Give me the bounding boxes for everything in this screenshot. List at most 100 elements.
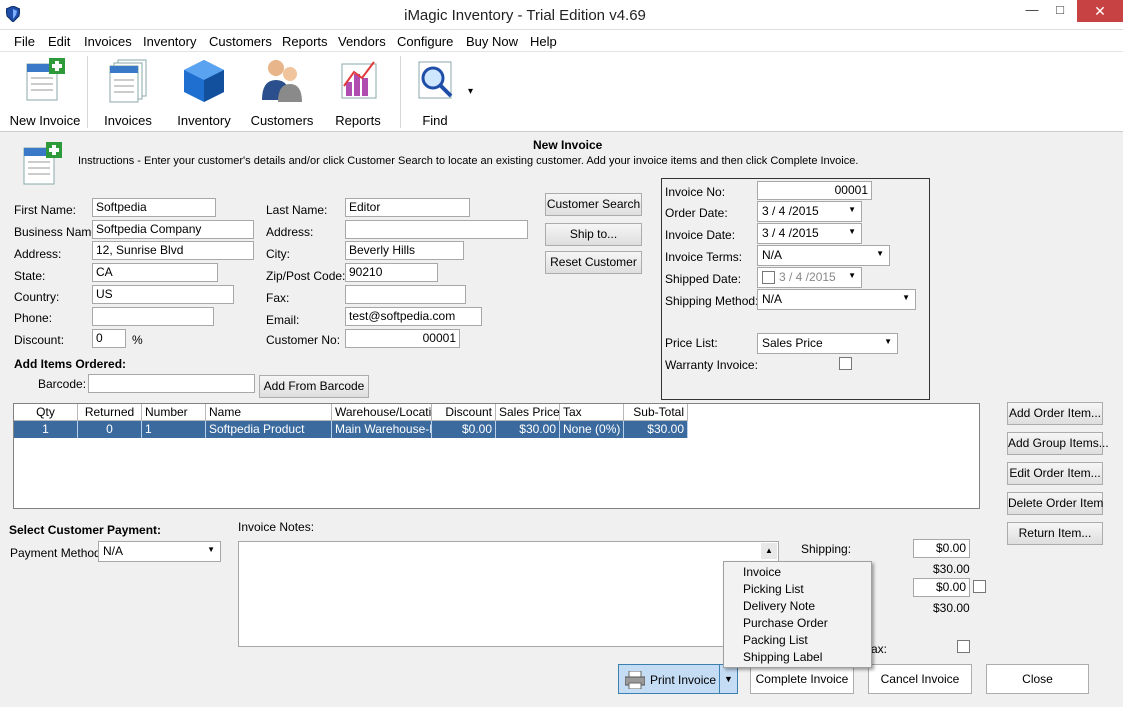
state-input[interactable]: CA bbox=[92, 263, 218, 282]
customer-search-button[interactable]: Customer Search bbox=[545, 193, 642, 216]
menu-item-shipping-label[interactable]: Shipping Label bbox=[743, 649, 822, 666]
payment-heading: Select Customer Payment: bbox=[9, 523, 162, 537]
scroll-up-icon[interactable]: ▲ bbox=[761, 543, 777, 559]
edit-order-item-button[interactable]: Edit Order Item... bbox=[1007, 462, 1103, 485]
column-header[interactable]: Returned bbox=[78, 404, 142, 421]
invoice-notes-textarea[interactable]: ▲ bbox=[238, 541, 779, 647]
order-date-picker[interactable]: 3 / 4 /2015 ▼ bbox=[757, 201, 862, 222]
menu-inventory[interactable]: Inventory bbox=[143, 34, 196, 49]
invoice-date-value: 3 / 4 /2015 bbox=[762, 226, 819, 240]
shipping-method-select[interactable]: N/A ▼ bbox=[757, 289, 916, 310]
close-button[interactable]: Close bbox=[986, 664, 1089, 694]
table-cell[interactable]: $30.00 bbox=[624, 421, 688, 438]
add-group-items-button[interactable]: Add Group Items... bbox=[1007, 432, 1109, 455]
menu-reports[interactable]: Reports bbox=[282, 34, 328, 49]
fax-input[interactable] bbox=[345, 285, 466, 304]
window-close-button[interactable]: ✕ bbox=[1077, 0, 1123, 22]
other-charge-input[interactable]: $0.00 bbox=[913, 578, 970, 597]
menu-vendors[interactable]: Vendors bbox=[338, 34, 386, 49]
table-cell[interactable]: Softpedia Product bbox=[206, 421, 332, 438]
shipped-date-picker[interactable]: 3 / 4 /2015 ▼ bbox=[757, 267, 862, 288]
menu-help[interactable]: Help bbox=[530, 34, 557, 49]
table-cell[interactable]: $30.00 bbox=[496, 421, 560, 438]
phone-label: Phone: bbox=[14, 311, 53, 325]
add-from-barcode-button[interactable]: Add From Barcode bbox=[259, 375, 369, 398]
table-cell[interactable]: 1 bbox=[14, 421, 78, 438]
menu-file[interactable]: File bbox=[14, 34, 35, 49]
country-input[interactable]: US bbox=[92, 285, 234, 304]
table-cell[interactable]: 1 bbox=[142, 421, 206, 438]
inventory-button[interactable]: Inventory bbox=[168, 56, 240, 130]
city-input[interactable]: Beverly Hills bbox=[345, 241, 464, 260]
menu-invoices[interactable]: Invoices bbox=[84, 34, 132, 49]
reports-button[interactable]: Reports bbox=[324, 56, 392, 130]
toolbar: New Invoice Invoices Inventory Customers… bbox=[0, 52, 1123, 132]
menu-edit[interactable]: Edit bbox=[48, 34, 70, 49]
price-list-select[interactable]: Sales Price ▼ bbox=[757, 333, 898, 354]
address2-input[interactable] bbox=[345, 220, 528, 239]
items-heading: Add Items Ordered: bbox=[14, 357, 127, 371]
customers-button[interactable]: Customers bbox=[244, 56, 320, 130]
delete-order-item-button[interactable]: Delete Order Item bbox=[1007, 492, 1103, 515]
order-items-table[interactable]: Qty Returned Number Name Warehouse/Locat… bbox=[13, 403, 980, 509]
invoice-no-input[interactable]: 00001 bbox=[757, 181, 872, 200]
table-cell[interactable]: Main Warehouse-N. bbox=[332, 421, 432, 438]
column-header[interactable]: Warehouse/Locatio bbox=[332, 404, 432, 421]
menu-item-picking-list[interactable]: Picking List bbox=[743, 581, 804, 598]
column-header[interactable]: Discount bbox=[432, 404, 496, 421]
invoices-button[interactable]: Invoices bbox=[92, 56, 164, 130]
other-charge-checkbox[interactable] bbox=[973, 580, 986, 593]
order-date-label: Order Date: bbox=[665, 206, 728, 220]
invoice-date-picker[interactable]: 3 / 4 /2015 ▼ bbox=[757, 223, 862, 244]
column-header[interactable]: Number bbox=[142, 404, 206, 421]
customer-no-input[interactable]: 00001 bbox=[345, 329, 460, 348]
column-header[interactable]: Qty bbox=[14, 404, 78, 421]
menu-buy-now[interactable]: Buy Now bbox=[466, 34, 518, 49]
column-header[interactable]: Sales Price bbox=[496, 404, 560, 421]
email-input[interactable]: test@softpedia.com bbox=[345, 307, 482, 326]
chevron-down-icon: ▼ bbox=[848, 205, 856, 214]
table-cell[interactable]: 0 bbox=[78, 421, 142, 438]
menu-item-packing-list[interactable]: Packing List bbox=[743, 632, 808, 649]
menu-customers[interactable]: Customers bbox=[209, 34, 272, 49]
customers-people-icon bbox=[262, 60, 302, 102]
find-dropdown-icon[interactable]: ▾ bbox=[468, 86, 473, 97]
column-header[interactable]: Sub-Total bbox=[624, 404, 688, 421]
menu-item-delivery-note[interactable]: Delivery Note bbox=[743, 598, 815, 615]
ship-to-button[interactable]: Ship to... bbox=[545, 223, 642, 246]
warranty-checkbox[interactable] bbox=[839, 357, 852, 370]
zip-input[interactable]: 90210 bbox=[345, 263, 438, 282]
discount-input[interactable]: 0 bbox=[92, 329, 126, 348]
table-cell[interactable]: None (0%) bbox=[560, 421, 624, 438]
find-button[interactable]: Find bbox=[404, 56, 466, 130]
menu-item-invoice[interactable]: Invoice bbox=[743, 564, 781, 581]
menu-configure[interactable]: Configure bbox=[397, 34, 453, 49]
payment-method-select[interactable]: N/A ▼ bbox=[98, 541, 221, 562]
last-name-input[interactable]: Editor bbox=[345, 198, 470, 217]
print-options-menu: Invoice Picking List Delivery Note Purch… bbox=[723, 561, 872, 668]
new-invoice-button[interactable]: New Invoice bbox=[6, 56, 84, 130]
toolbar-separator bbox=[87, 56, 88, 128]
phone-input[interactable] bbox=[92, 307, 214, 326]
invoice-terms-select[interactable]: N/A ▼ bbox=[757, 245, 890, 266]
first-name-input[interactable]: Softpedia bbox=[92, 198, 216, 217]
print-invoice-split-button[interactable]: Print Invoice ▼ bbox=[618, 664, 738, 694]
reset-customer-button[interactable]: Reset Customer bbox=[545, 251, 642, 274]
return-item-button[interactable]: Return Item... bbox=[1007, 522, 1103, 545]
barcode-input[interactable] bbox=[88, 374, 255, 393]
shipped-date-checkbox[interactable] bbox=[762, 271, 775, 285]
print-dropdown-icon[interactable]: ▼ bbox=[719, 665, 737, 693]
tax-checkbox[interactable] bbox=[957, 640, 970, 653]
address-input[interactable]: 12, Sunrise Blvd bbox=[92, 241, 254, 260]
column-header[interactable]: Tax bbox=[560, 404, 624, 421]
add-order-item-button[interactable]: Add Order Item... bbox=[1007, 402, 1103, 425]
menu-item-purchase-order[interactable]: Purchase Order bbox=[743, 615, 828, 632]
business-name-input[interactable]: Softpedia Company bbox=[92, 220, 254, 239]
minimize-button[interactable]: — bbox=[1018, 0, 1046, 22]
table-cell[interactable]: $0.00 bbox=[432, 421, 496, 438]
shipping-input[interactable]: $0.00 bbox=[913, 539, 970, 558]
complete-invoice-button[interactable]: Complete Invoice bbox=[750, 664, 854, 694]
column-header[interactable]: Name bbox=[206, 404, 332, 421]
maximize-button[interactable]: □ bbox=[1046, 0, 1074, 22]
cancel-invoice-button[interactable]: Cancel Invoice bbox=[868, 664, 972, 694]
